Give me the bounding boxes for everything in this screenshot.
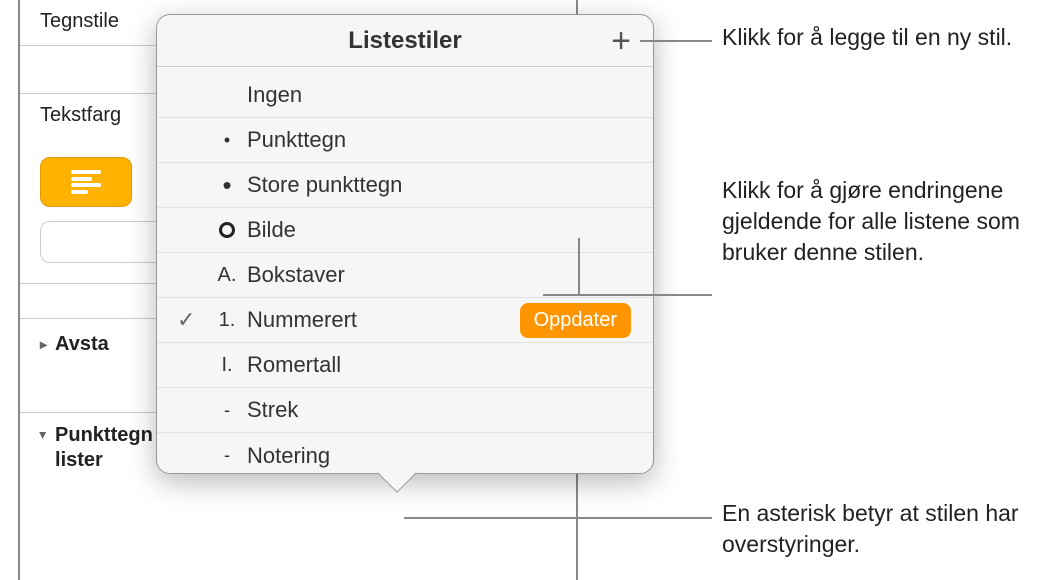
chevron-right-icon: ▸	[40, 336, 47, 353]
popover-header: Listestiler +	[157, 15, 653, 67]
character-styles-label: Tegnstile	[40, 10, 119, 33]
image-bullet-icon	[207, 222, 247, 238]
add-style-button[interactable]: +	[605, 25, 637, 57]
leader-line	[578, 238, 580, 295]
align-left-button[interactable]	[40, 157, 132, 207]
bullet-marker: -	[207, 445, 247, 466]
style-item-none[interactable]: Ingen	[157, 73, 653, 118]
leader-line	[578, 238, 580, 240]
checkmark-icon: ✓	[177, 307, 207, 333]
popover-title: Listestiler	[348, 27, 461, 55]
leader-line	[578, 294, 712, 296]
bullet-marker: 1.	[207, 309, 247, 332]
style-item-dash[interactable]: - Strek	[157, 388, 653, 433]
style-label: Ingen	[247, 82, 302, 108]
style-label: Strek	[247, 397, 298, 423]
style-item-numbered[interactable]: ✓ 1. Nummerert Oppdater	[157, 298, 653, 343]
plus-icon: +	[611, 22, 631, 61]
callout-update: Klikk for å gjøre endringene gjeldende f…	[722, 175, 1032, 268]
text-color-label: Tekstfarg	[40, 104, 121, 127]
style-label: Bilde	[247, 217, 296, 243]
style-label: Bokstaver	[247, 262, 345, 288]
style-item-big-bullet[interactable]: • Store punkttegn	[157, 163, 653, 208]
style-label: Punkttegn	[247, 127, 346, 153]
align-left-icon	[71, 170, 101, 194]
bullet-marker: •	[207, 170, 247, 201]
style-label: Romertall	[247, 352, 341, 378]
style-label: Notering	[247, 443, 330, 469]
bullet-marker: A.	[207, 264, 247, 287]
bullet-marker: •	[207, 130, 247, 151]
update-button[interactable]: Oppdater	[520, 303, 631, 338]
style-label: Nummerert	[247, 307, 357, 333]
callout-add-style: Klikk for å legge til en ny stil.	[722, 22, 1032, 53]
style-label: Store punkttegn	[247, 172, 402, 198]
spacing-label: Avsta	[55, 333, 109, 356]
chevron-down-icon: ▸	[35, 432, 52, 439]
style-item-roman[interactable]: I. Romertall	[157, 343, 653, 388]
update-button-label: Oppdater	[534, 309, 617, 331]
leader-line	[640, 40, 712, 42]
callout-asterisk: En asterisk betyr at stilen har overstyr…	[722, 498, 1042, 560]
leader-line	[404, 517, 712, 519]
bullet-marker: I.	[207, 354, 247, 377]
style-item-bullet[interactable]: • Punkttegn	[157, 118, 653, 163]
leader-line	[543, 294, 579, 296]
bullet-marker: -	[207, 400, 247, 421]
